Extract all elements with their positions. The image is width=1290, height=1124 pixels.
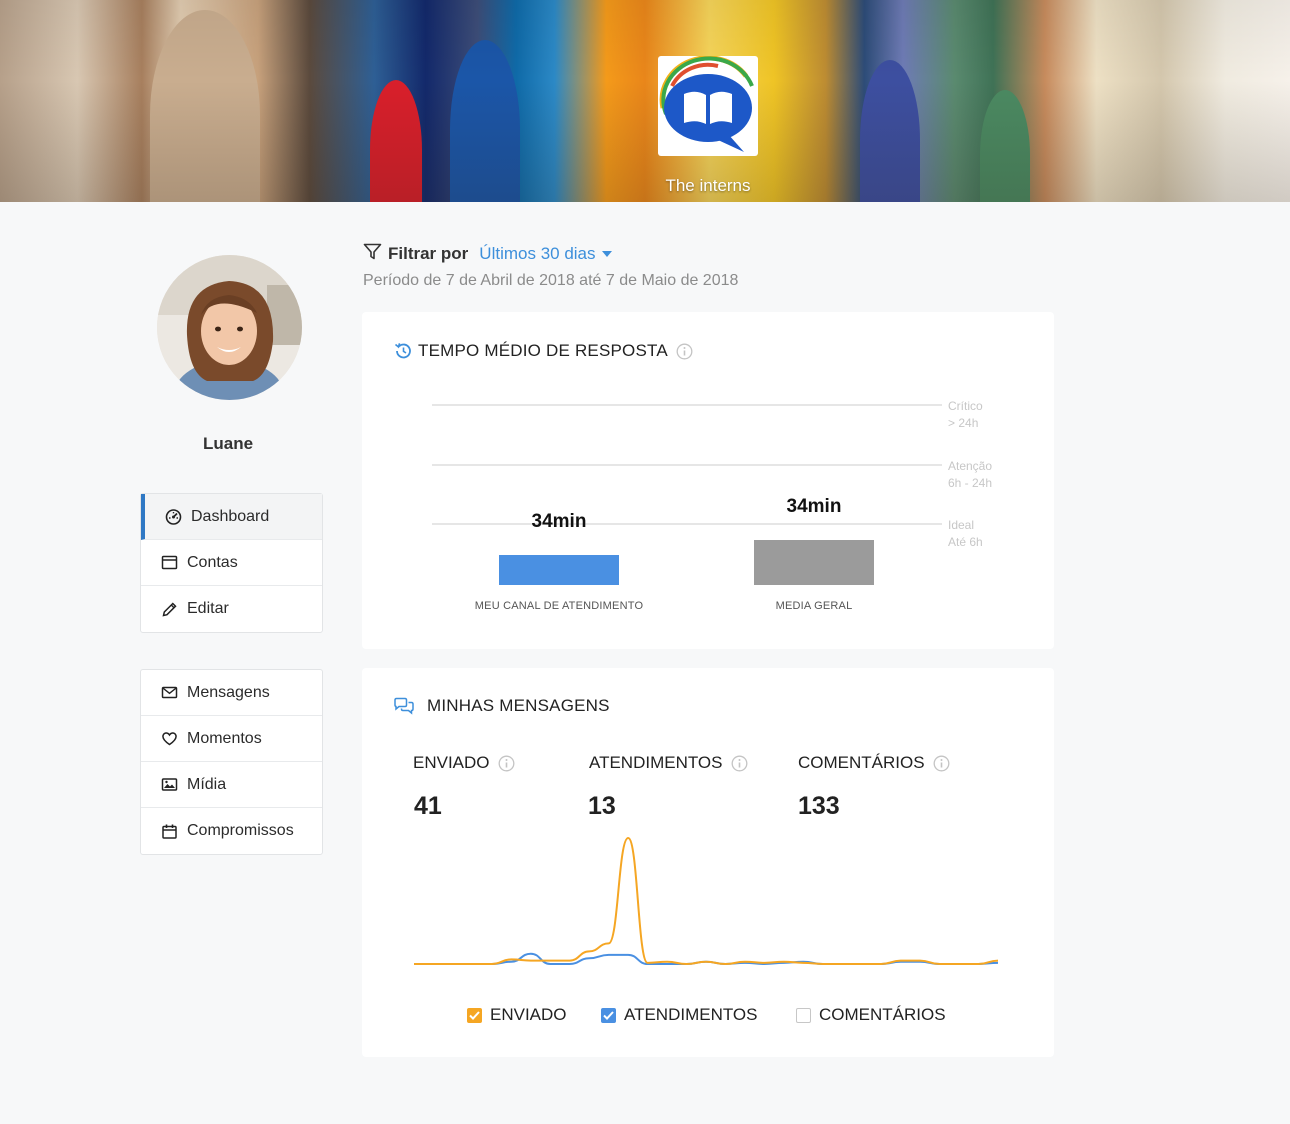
- period-dropdown-value: Últimos 30 dias: [479, 244, 596, 263]
- filter-label: Filtrar por: [388, 244, 469, 263]
- profile-photo: [157, 255, 302, 400]
- info-icon[interactable]: [933, 755, 950, 772]
- legend-item-comments[interactable]: COMENTÁRIOS: [796, 1005, 946, 1025]
- threshold-line-critical: [432, 404, 942, 406]
- response-time-card: TEMPO MÉDIO DE RESPOSTA Crítico > 24h Ate…: [362, 312, 1054, 649]
- sidebar-item-momentos[interactable]: Momentos: [141, 716, 322, 762]
- stat-label-sent: ENVIADO: [413, 753, 515, 773]
- book-chat-icon: [659, 56, 754, 152]
- checkbox-unchecked-icon: [796, 1007, 811, 1023]
- checkbox-checked-icon: [467, 1007, 482, 1023]
- messages-card: MINHAS MENSAGENS ENVIADO 41 ATENDIMENTOS…: [362, 668, 1054, 1057]
- sidebar-item-label: Editar: [187, 600, 229, 617]
- sidebar-item-label: Contas: [187, 553, 238, 571]
- dashboard-icon: [165, 508, 182, 525]
- history-icon: [394, 343, 411, 359]
- sidebar-item-dashboard[interactable]: Dashboard: [141, 494, 322, 540]
- stat-label-attendances: ATENDIMENTOS: [589, 753, 748, 773]
- messages-line-chart: [414, 836, 999, 966]
- bar-general-average: [754, 540, 874, 585]
- filter-icon: [363, 242, 382, 266]
- sidebar-item-editar[interactable]: Editar: [141, 586, 322, 632]
- filter-bar: Filtrar por Últimos 30 dias: [363, 242, 614, 266]
- info-icon[interactable]: [676, 343, 693, 360]
- info-icon[interactable]: [731, 755, 748, 772]
- threshold-line-attention: [432, 464, 942, 466]
- sidebar-item-label: Compromissos: [187, 822, 294, 839]
- stat-value-comments: 133: [798, 792, 840, 820]
- stat-value-sent: 41: [414, 792, 442, 820]
- bar-caption-my-channel: MEU CANAL DE ATENDIMENTO: [474, 600, 644, 612]
- period-dropdown[interactable]: Últimos 30 dias: [479, 244, 613, 264]
- caret-down-icon: [601, 251, 612, 257]
- brand-logo[interactable]: [658, 56, 758, 156]
- sidebar-item-contas[interactable]: Contas: [141, 540, 322, 586]
- bar-caption-general: MEDIA GERAL: [775, 600, 853, 612]
- sidebar-item-label: Mensagens: [187, 683, 270, 701]
- sidebar-item-label: Momentos: [187, 729, 262, 747]
- primary-menu: Dashboard Contas Editar: [140, 493, 323, 633]
- card-title: TEMPO MÉDIO DE RESPOSTA: [394, 341, 693, 361]
- chat-bubbles-icon: [394, 697, 414, 715]
- pencil-icon: [161, 601, 178, 618]
- sidebar-item-label: Mídia: [187, 775, 227, 793]
- user-name: Luane: [202, 434, 254, 453]
- card-title: MINHAS MENSAGENS: [393, 696, 610, 716]
- stat-label-comments: COMENTÁRIOS: [798, 753, 950, 773]
- heart-icon: [161, 730, 178, 747]
- sidebar-item-compromissos[interactable]: Compromissos: [141, 808, 322, 854]
- threshold-label-attention: Atenção 6h - 24h: [948, 459, 993, 490]
- envelope-icon: [161, 684, 178, 701]
- window-icon: [161, 554, 178, 571]
- calendar-icon: [161, 823, 178, 840]
- threshold-label-ideal: Ideal Até 6h: [948, 518, 983, 549]
- bar-value-my-channel: 34min: [531, 511, 587, 532]
- card-title-text: TEMPO MÉDIO DE RESPOSTA: [418, 341, 668, 360]
- cover-banner: The interns: [0, 0, 1290, 202]
- sidebar-item-mensagens[interactable]: Mensagens: [141, 670, 322, 716]
- checkbox-checked-icon: [601, 1007, 616, 1023]
- period-text: Período de 7 de Abril de 2018 até 7 de M…: [363, 272, 739, 289]
- bar-value-general: 34min: [786, 496, 842, 517]
- info-icon[interactable]: [498, 755, 515, 772]
- stat-value-attendances: 13: [588, 792, 616, 820]
- brand-name: The interns: [665, 176, 751, 195]
- image-icon: [161, 776, 178, 793]
- legend-item-attendances[interactable]: ATENDIMENTOS: [601, 1005, 758, 1025]
- avatar[interactable]: [157, 255, 302, 400]
- sidebar-item-label: Dashboard: [191, 507, 270, 525]
- threshold-label-critical: Crítico > 24h: [948, 399, 983, 430]
- banner-shade: [0, 0, 1290, 202]
- card-title-text: MINHAS MENSAGENS: [427, 696, 610, 715]
- secondary-menu: Mensagens Momentos Mídia Compromissos: [140, 669, 323, 855]
- legend-item-sent[interactable]: ENVIADO: [467, 1005, 567, 1025]
- series-line-enviado: [414, 836, 999, 966]
- bar-my-channel: [499, 555, 619, 585]
- sidebar-item-midia[interactable]: Mídia: [141, 762, 322, 808]
